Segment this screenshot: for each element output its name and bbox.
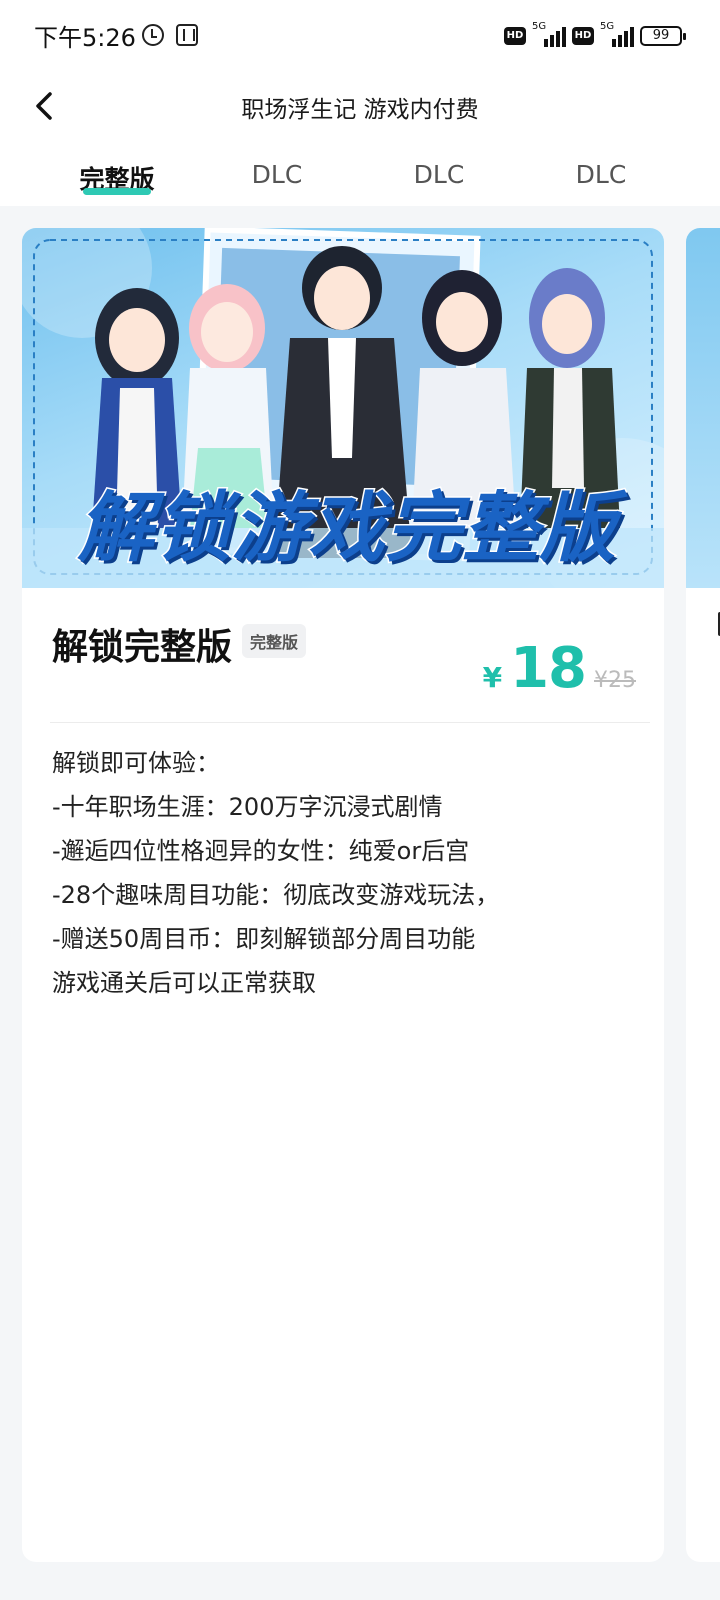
battery-icon: 99 <box>640 26 686 46</box>
status-time: 下午5:26 <box>34 24 136 52</box>
tab-bar: 完整版 DLC DLC DLC <box>0 142 720 206</box>
page-title: 职场浮生记 游戏内付费 <box>241 97 479 123</box>
divider <box>50 722 650 723</box>
description-line: -十年职场生涯：200万字沉浸式剧情 <box>52 793 443 821</box>
signal-icon: 5G <box>532 21 566 47</box>
banner-text: 解锁游戏完整版 <box>76 482 617 574</box>
product-banner-image: 解锁游戏完整版 <box>22 228 664 588</box>
next-card-peek[interactable] <box>686 228 720 1562</box>
network-type-label: 5G <box>532 21 547 32</box>
price-current: 18 <box>510 636 587 701</box>
product-card[interactable]: 解锁游戏完整版 解锁完整版 完整版 ¥ 18 ¥25 解锁即可体验： -十年职场… <box>22 228 664 1562</box>
product-title: 解锁完整版 <box>52 627 233 668</box>
network-type-label: 5G <box>600 21 615 32</box>
description-line: -赠送50周目币：即刻解锁部分周目功能 <box>52 925 476 953</box>
price-block: ¥ 18 ¥25 <box>483 636 636 701</box>
nfc-icon <box>176 24 198 46</box>
nav-bar: 职场浮生记 游戏内付费 <box>0 72 720 142</box>
status-indicators: HD 5G HD 5G 99 <box>504 21 686 48</box>
tab-indicator <box>83 188 151 195</box>
description-line: 游戏通关后可以正常获取 <box>52 969 316 997</box>
hd-badge: HD <box>572 27 594 45</box>
signal-icon: 5G <box>600 21 634 47</box>
price-original: ¥25 <box>594 668 636 693</box>
description-line: -邂逅四位性格迥异的女性：纯爱or后宫 <box>52 837 470 865</box>
tab-dlc-3[interactable]: DLC <box>531 160 671 189</box>
description-line: 解锁即可体验： <box>52 749 220 777</box>
status-bar: 下午5:26 HD 5G HD 5G 99 <box>0 0 720 72</box>
alarm-icon <box>142 24 164 46</box>
tab-dlc-2[interactable]: DLC <box>369 160 509 189</box>
next-card-banner <box>686 228 720 588</box>
description-line: -28个趣味周目功能：彻底改变游戏玩法， <box>52 881 500 909</box>
price-currency: ¥ <box>482 661 503 694</box>
product-description: 解锁即可体验： -十年职场生涯：200万字沉浸式剧情 -邂逅四位性格迥异的女性：… <box>52 741 652 1005</box>
hd-badge: HD <box>504 27 526 45</box>
edition-badge: 完整版 <box>242 624 307 658</box>
tab-dlc-1[interactable]: DLC <box>207 160 347 189</box>
